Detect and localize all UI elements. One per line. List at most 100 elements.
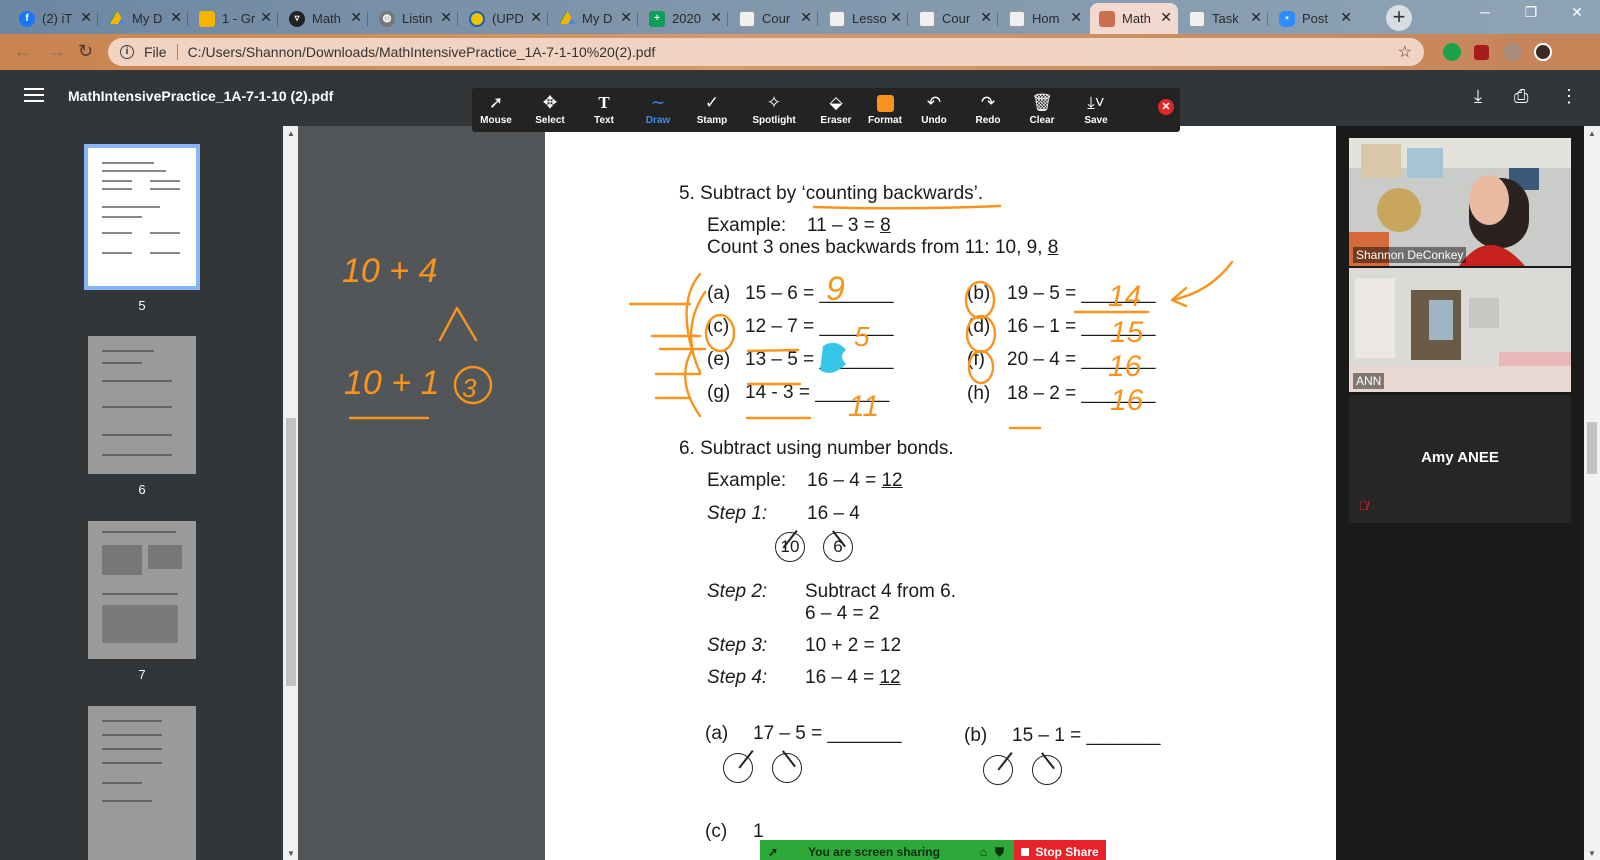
- page-thumbnail-5[interactable]: [84, 144, 200, 290]
- tool-select[interactable]: ✥ Select: [522, 92, 578, 126]
- thumbnail-sidebar: 5 6 7: [0, 126, 283, 860]
- bond-circle-empty[interactable]: [983, 755, 1013, 785]
- url-text[interactable]: C:/Users/Shannon/Downloads/MathIntensive…: [188, 44, 656, 60]
- classroom-icon: [829, 10, 845, 27]
- video-tile-amy[interactable]: Amy ANEE 🎙̸: [1349, 395, 1571, 523]
- print-icon[interactable]: ⎙: [1514, 86, 1528, 107]
- page-scrollbar-thumb[interactable]: [1587, 422, 1597, 474]
- more-options-icon[interactable]: ⋮: [1560, 86, 1578, 107]
- google-drive-icon: [559, 10, 575, 25]
- close-tab-icon[interactable]: ✕: [1340, 9, 1352, 26]
- close-annotation-icon[interactable]: ✕: [1158, 99, 1174, 115]
- pdf-page[interactable]: 5. Subtract by ‘counting backwards’. Exa…: [545, 126, 1336, 860]
- scroll-up-arrow-icon[interactable]: ▲: [1588, 129, 1596, 138]
- browser-tab[interactable]: My D ✕: [550, 3, 638, 34]
- bookmark-star-icon[interactable]: ☆: [1398, 42, 1412, 62]
- tab-title: Lesso: [852, 11, 887, 26]
- browser-tab[interactable]: ▪ Post ✕: [1270, 3, 1358, 34]
- new-tab-button[interactable]: +: [1386, 5, 1412, 31]
- browser-tab[interactable]: Task ✕: [1180, 3, 1268, 34]
- tool-stamp[interactable]: ✓ Stamp: [684, 92, 740, 126]
- tab-title: (UPD: [492, 11, 524, 26]
- browser-tab[interactable]: ◍ Listin ✕: [370, 3, 458, 34]
- close-tab-icon[interactable]: ✕: [440, 9, 452, 26]
- scroll-down-arrow-icon[interactable]: ▼: [287, 849, 295, 858]
- close-tab-icon[interactable]: ✕: [260, 9, 272, 26]
- menu-icon[interactable]: [24, 88, 44, 106]
- tool-clear[interactable]: 🗑 Clear: [1014, 92, 1070, 126]
- video-tile-shannon[interactable]: Shannon DeConkey: [1349, 138, 1571, 266]
- forward-arrow-icon[interactable]: →: [48, 41, 66, 62]
- download-icon[interactable]: ⤓: [1474, 86, 1482, 107]
- browser-tab[interactable]: Lesso ✕: [820, 3, 908, 34]
- close-tab-icon[interactable]: ✕: [1160, 9, 1172, 26]
- ublock-icon[interactable]: [1474, 45, 1489, 60]
- close-tab-icon[interactable]: ✕: [80, 9, 92, 26]
- tool-eraser[interactable]: ⬙ Eraser: [808, 92, 864, 126]
- close-tab-icon[interactable]: ✕: [710, 9, 722, 26]
- info-icon[interactable]: i: [120, 45, 134, 59]
- restore-icon[interactable]: ❐: [1508, 4, 1554, 26]
- tool-redo[interactable]: ↷ Redo: [960, 92, 1016, 126]
- browser-tab[interactable]: 1 - Gr ✕: [190, 3, 278, 34]
- tool-save[interactable]: ⤓˅ Save: [1068, 92, 1124, 126]
- puzzle-extensions-icon[interactable]: [1504, 43, 1522, 61]
- close-tab-icon[interactable]: ✕: [890, 9, 902, 26]
- stop-share-button[interactable]: Stop Share: [1014, 840, 1106, 860]
- example-equation: 11 – 3 = 8: [807, 215, 891, 236]
- browser-tab[interactable]: Hom ✕: [1000, 3, 1088, 34]
- browser-tab[interactable]: f (2) iT ✕: [10, 3, 98, 34]
- close-window-icon[interactable]: ✕: [1554, 4, 1600, 26]
- address-bar[interactable]: i File C:/Users/Shannon/Downloads/MathIn…: [108, 38, 1424, 66]
- close-tab-icon[interactable]: ✕: [800, 9, 812, 26]
- tool-spotlight[interactable]: ✧ Spotlight: [746, 92, 802, 126]
- video-tile-ann[interactable]: ANN: [1349, 268, 1571, 392]
- tool-draw[interactable]: ∼ Draw: [630, 92, 686, 126]
- page-thumbnail-6[interactable]: [88, 336, 196, 474]
- bond-circle-empty[interactable]: [723, 753, 753, 783]
- browser-tab-active[interactable]: Math ✕: [1090, 3, 1178, 34]
- profile-avatar[interactable]: [1534, 43, 1552, 61]
- tab-title: Task: [1212, 11, 1239, 26]
- tool-text[interactable]: T Text: [576, 92, 632, 126]
- browser-tab[interactable]: Cour ✕: [910, 3, 998, 34]
- minimize-icon[interactable]: ─: [1462, 4, 1508, 26]
- page-thumbnail-8[interactable]: [88, 706, 196, 860]
- globe-icon: ◍: [379, 10, 395, 27]
- item-b-label: (b): [967, 283, 991, 304]
- browser-tab[interactable]: + 2020 ✕: [640, 3, 728, 34]
- close-tab-icon[interactable]: ✕: [620, 9, 632, 26]
- tool-mouse[interactable]: ➚ Mouse: [468, 92, 524, 126]
- tab-title: Cour: [762, 11, 791, 26]
- page-thumbnail-7[interactable]: [88, 521, 196, 659]
- item-c-label: (c): [707, 316, 730, 337]
- close-tab-icon[interactable]: ✕: [530, 9, 542, 26]
- tool-undo[interactable]: ↶ Undo: [906, 92, 962, 126]
- browser-tab[interactable]: (UPD ✕: [460, 3, 548, 34]
- close-tab-icon[interactable]: ✕: [170, 9, 182, 26]
- close-tab-icon[interactable]: ✕: [980, 9, 992, 26]
- step-3-label: Step 3:: [707, 635, 768, 656]
- reload-icon[interactable]: ↻: [78, 41, 93, 62]
- bond-circle-empty[interactable]: [772, 753, 802, 783]
- google-drive-icon: [109, 10, 125, 25]
- browser-tab[interactable]: My D ✕: [100, 3, 188, 34]
- scheme-label: File: [144, 44, 167, 60]
- browser-tab[interactable]: Cour ✕: [730, 3, 818, 34]
- close-tab-icon[interactable]: ✕: [350, 9, 362, 26]
- scroll-up-arrow-icon[interactable]: ▲: [287, 129, 295, 138]
- step-2-text: Subtract 4 from 6.: [805, 581, 957, 602]
- sharing-status[interactable]: ➚ You are screen sharing ⌂ ⛊: [760, 840, 1014, 860]
- checkmark-icon: ✓: [704, 93, 720, 112]
- back-arrow-icon[interactable]: ←: [14, 41, 32, 62]
- tool-format[interactable]: Format: [857, 92, 913, 126]
- step-1-label: Step 1:: [707, 503, 768, 524]
- close-tab-icon[interactable]: ✕: [1250, 9, 1262, 26]
- extension-green-icon[interactable]: [1443, 43, 1461, 61]
- page-scrollbar[interactable]: [1584, 126, 1600, 860]
- scroll-down-arrow-icon[interactable]: ▼: [1588, 849, 1596, 858]
- browser-tab[interactable]: ▿ Math ✕: [280, 3, 368, 34]
- close-tab-icon[interactable]: ✕: [1070, 9, 1082, 26]
- bond-circle-empty[interactable]: [1032, 755, 1062, 785]
- sidebar-scrollbar-thumb[interactable]: [286, 418, 296, 686]
